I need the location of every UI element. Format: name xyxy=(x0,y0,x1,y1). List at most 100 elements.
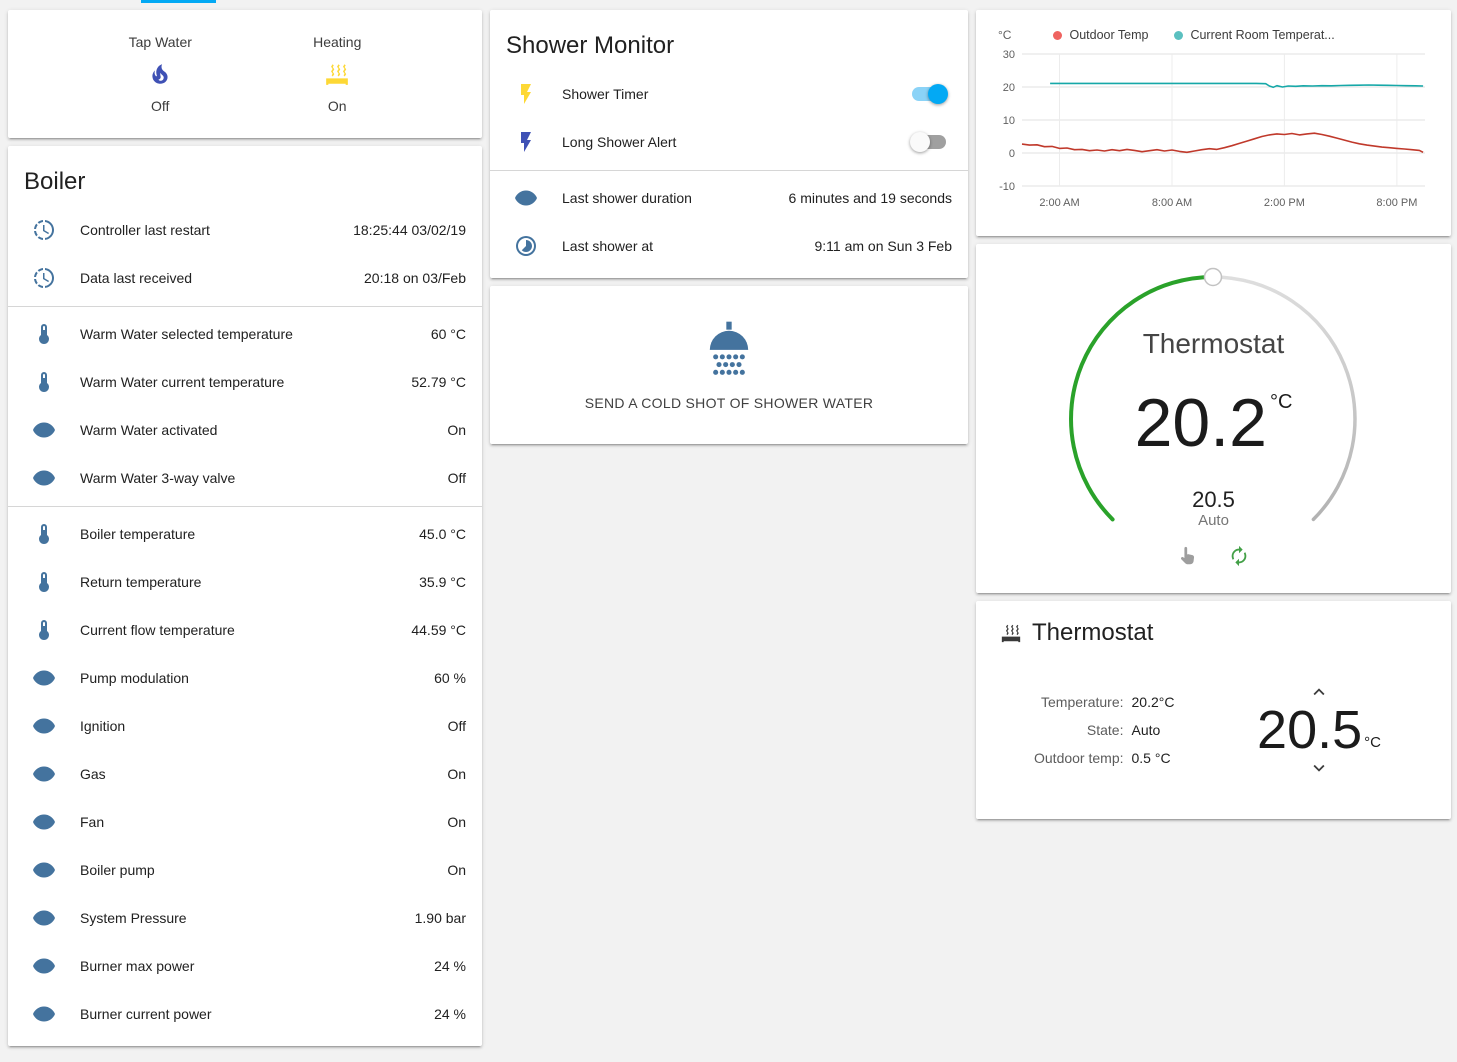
entity-row[interactable]: Warm Water activatedOn xyxy=(8,406,482,454)
property-value: 20.2°C xyxy=(1132,694,1175,710)
entity-value[interactable]: 24 % xyxy=(434,1006,466,1022)
entity-value[interactable]: Off xyxy=(448,470,466,486)
entity-row[interactable]: FanOn xyxy=(8,798,482,846)
toggle-row[interactable]: Long Shower Alert xyxy=(490,118,968,166)
property-label: Temperature: xyxy=(1034,694,1124,710)
svg-text:2:00 AM: 2:00 AM xyxy=(1039,197,1079,209)
glance-item-heating[interactable]: Heating On xyxy=(313,34,361,114)
entity-value[interactable]: 45.0 °C xyxy=(419,526,466,542)
eye-icon xyxy=(32,418,56,442)
entity-label: Controller last restart xyxy=(80,222,353,238)
entity-label: Last shower at xyxy=(562,238,815,254)
glance-item-tap-water[interactable]: Tap WaterOff xyxy=(129,34,192,114)
svg-text:0: 0 xyxy=(1009,148,1015,160)
toggle-row[interactable]: Shower Timer xyxy=(490,70,968,118)
column-middle: Shower Monitor Shower TimerLong Shower A… xyxy=(490,10,968,444)
glance-state: On xyxy=(328,98,347,114)
legend-item: Outdoor Temp xyxy=(1053,28,1148,42)
long-shower-alert-toggle[interactable] xyxy=(912,135,946,149)
entity-value[interactable]: 44.59 °C xyxy=(411,622,466,638)
thermometer-icon xyxy=(32,618,56,642)
autorenew-icon[interactable] xyxy=(1228,545,1250,567)
entity-row[interactable]: IgnitionOff xyxy=(8,702,482,750)
flash-icon xyxy=(514,82,538,106)
thermometer-icon xyxy=(32,522,56,546)
entity-value[interactable]: 52.79 °C xyxy=(411,374,466,390)
entity-row[interactable]: Warm Water 3-way valveOff xyxy=(8,454,482,502)
entity-row[interactable]: Boiler pumpOn xyxy=(8,846,482,894)
entity-value[interactable]: 20:18 on 03/Feb xyxy=(364,270,466,286)
cold-shot-button[interactable]: SEND A COLD SHOT OF SHOWER WATER xyxy=(585,395,874,411)
entity-value[interactable]: 1.90 bar xyxy=(415,910,466,926)
svg-text:8:00 AM: 8:00 AM xyxy=(1152,197,1192,209)
column-left: Tap WaterOff Heating On Boiler Controller … xyxy=(8,10,482,1046)
thermostat-dial-card: Thermostat 20.2°C 20.5 Auto xyxy=(976,244,1451,593)
thermostat-info-card: Thermostat Temperature:20.2°CState:AutoO… xyxy=(976,601,1451,819)
boiler-entity-list: Controller last restart18:25:44 03/02/19… xyxy=(8,206,482,1038)
glance-label: Heating xyxy=(313,34,361,50)
entity-value[interactable]: On xyxy=(447,422,466,438)
thermometer-icon xyxy=(32,322,56,346)
legend-items: Outdoor TempCurrent Room Temperat... xyxy=(1053,28,1334,42)
dial-handle[interactable] xyxy=(1205,269,1222,286)
entity-value[interactable]: 35.9 °C xyxy=(419,574,466,590)
entity-row[interactable]: GasOn xyxy=(8,750,482,798)
boiler-card-title: Boiler xyxy=(8,160,482,206)
entity-label: Data last received xyxy=(80,270,364,286)
entity-value[interactable]: On xyxy=(447,814,466,830)
eye-icon xyxy=(32,1002,56,1026)
entity-label: Warm Water 3-way valve xyxy=(80,470,448,486)
entity-value[interactable]: 60 % xyxy=(434,670,466,686)
entity-row[interactable]: System Pressure1.90 bar xyxy=(8,894,482,942)
eye-icon xyxy=(32,466,56,490)
target-temperature-value: 20.5 xyxy=(1257,703,1362,757)
svg-text:10: 10 xyxy=(1003,115,1015,127)
entity-row[interactable]: Burner current power24 % xyxy=(8,990,482,1038)
entity-value[interactable]: 6 minutes and 19 seconds xyxy=(789,190,952,206)
decrease-temperature-button[interactable] xyxy=(1303,757,1335,779)
tap-water-heating-card: Tap WaterOff Heating On xyxy=(8,10,482,138)
thermostat-info-body: Temperature:20.2°CState:AutoOutdoor temp… xyxy=(1000,681,1427,779)
entity-row[interactable]: Data last received20:18 on 03/Feb xyxy=(8,254,482,302)
property-value: 0.5 °C xyxy=(1132,750,1175,766)
thermostat-properties: Temperature:20.2°CState:AutoOutdoor temp… xyxy=(1034,694,1174,766)
entity-value[interactable]: 24 % xyxy=(434,958,466,974)
entity-value[interactable]: Off xyxy=(448,718,466,734)
entity-row[interactable]: Current flow temperature44.59 °C xyxy=(8,606,482,654)
radiator-icon xyxy=(1000,622,1022,644)
entity-row[interactable]: Warm Water selected temperature60 °C xyxy=(8,310,482,358)
current-temperature: 20.2°C xyxy=(976,384,1451,462)
shower-timer-toggle[interactable] xyxy=(912,87,946,101)
entity-value[interactable]: On xyxy=(447,766,466,782)
entity-row[interactable]: Return temperature35.9 °C xyxy=(8,558,482,606)
entity-value[interactable]: 18:25:44 03/02/19 xyxy=(353,222,466,238)
y-axis-unit: °C xyxy=(998,28,1011,42)
boiler-card: Boiler Controller last restart18:25:44 0… xyxy=(8,146,482,1046)
active-tab-indicator[interactable] xyxy=(141,0,216,3)
hand-pointing-icon[interactable] xyxy=(1178,545,1200,567)
entity-row[interactable]: Boiler temperature45.0 °C xyxy=(8,510,482,558)
entity-row[interactable]: Burner max power24 % xyxy=(8,942,482,990)
entity-value[interactable]: 60 °C xyxy=(431,326,466,342)
property-label: Outdoor temp: xyxy=(1034,750,1124,766)
divider xyxy=(490,170,968,171)
entity-row[interactable]: Warm Water current temperature52.79 °C xyxy=(8,358,482,406)
entity-label: Boiler temperature xyxy=(80,526,419,542)
eye-icon xyxy=(32,954,56,978)
column-right: °C Outdoor TempCurrent Room Temperat... … xyxy=(976,10,1451,819)
cold-shot-card[interactable]: SEND A COLD SHOT OF SHOWER WATER xyxy=(490,286,968,444)
entity-label: Warm Water activated xyxy=(80,422,447,438)
svg-text:2:00 PM: 2:00 PM xyxy=(1264,197,1305,209)
timelapse-icon xyxy=(514,234,538,258)
eye-icon xyxy=(32,762,56,786)
dial-title: Thermostat xyxy=(976,328,1451,360)
entity-row[interactable]: Pump modulation60 % xyxy=(8,654,482,702)
svg-text:-10: -10 xyxy=(999,181,1015,193)
entity-row[interactable]: Last shower duration6 minutes and 19 sec… xyxy=(490,174,968,222)
entity-label: Burner current power xyxy=(80,1006,434,1022)
entity-row[interactable]: Controller last restart18:25:44 03/02/19 xyxy=(8,206,482,254)
shower-entity-list: Shower TimerLong Shower Alert Last shower… xyxy=(490,70,968,270)
entity-value[interactable]: On xyxy=(447,862,466,878)
entity-row[interactable]: Last shower at9:11 am on Sun 3 Feb xyxy=(490,222,968,270)
entity-value[interactable]: 9:11 am on Sun 3 Feb xyxy=(815,238,953,254)
